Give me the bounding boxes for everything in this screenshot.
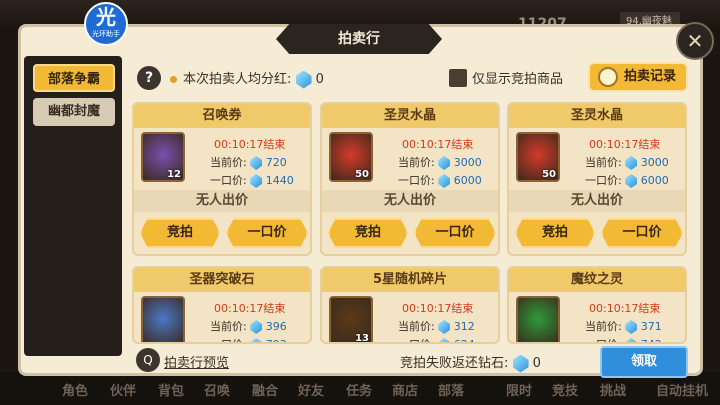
brand-logo: 光 光环助手 — [84, 2, 128, 46]
current-price: 当前价: 371 — [585, 320, 662, 334]
no-bid-label: 无人出价 — [134, 190, 310, 212]
item-name: 圣灵水晶 — [322, 104, 498, 128]
search-icon[interactable]: Q — [136, 348, 160, 372]
countdown: 00:10:17结束 — [589, 138, 661, 151]
diamond-icon — [438, 174, 451, 188]
current-price: 当前价: 3000 — [585, 156, 669, 170]
diamond-icon — [512, 354, 529, 373]
diamond-icon — [250, 338, 263, 342]
bullet-icon — [170, 76, 177, 83]
diamond-icon — [625, 156, 638, 170]
preview-link[interactable]: 拍卖行预览 — [164, 352, 229, 371]
filter-label: 仅显示竞拍商品 — [472, 72, 564, 87]
auction-record-button[interactable]: 拍卖记录 — [588, 62, 688, 92]
countdown: 00:10:17结束 — [214, 302, 286, 315]
auction-card: 圣灵水晶 50 00:10:17结束 当前价: 3000 一口价: 6000 无人… — [320, 102, 500, 256]
collect-button[interactable]: 领取 — [600, 346, 688, 378]
auction-card: 圣灵水晶 50 00:10:17结束 当前价: 3000 一口价: 6000 无人… — [507, 102, 687, 256]
blue-stone-icon[interactable] — [141, 296, 185, 342]
item-name: 圣灵水晶 — [509, 104, 685, 128]
buyout-price: 一口价: 6000 — [585, 174, 669, 188]
item-name: 魔纹之灵 — [509, 268, 685, 292]
filter-checkbox[interactable] — [449, 69, 467, 87]
green-spirit-icon[interactable] — [516, 296, 560, 342]
dividend-info: 本次拍卖人均分红: 0 — [170, 68, 324, 89]
diamond-icon — [438, 338, 451, 342]
item-name: 5星随机碎片 — [322, 268, 498, 292]
nav-item[interactable]: 部落 — [438, 380, 464, 399]
item-name: 召唤券 — [134, 104, 310, 128]
current-price: 当前价: 3000 — [398, 156, 482, 170]
buyout-price: 一口价: 1440 — [210, 174, 294, 188]
return-diamonds: 竞拍失败返还钻石: 0 — [400, 354, 541, 373]
no-bid-label: 无人出价 — [509, 190, 685, 212]
tools-icon[interactable]: ✕ — [676, 22, 714, 60]
fragment-icon[interactable]: 13 — [329, 296, 373, 342]
buyout-price: 一口价: 742 — [585, 336, 662, 342]
diamond-icon — [625, 174, 638, 188]
countdown: 00:10:17结束 — [589, 302, 661, 315]
diamond-icon — [295, 70, 312, 89]
diamond-icon — [250, 320, 263, 334]
scroll-icon[interactable]: 12 — [141, 132, 185, 182]
nav-item[interactable]: 召唤 — [204, 380, 230, 399]
diamond-icon — [250, 156, 263, 170]
auction-card: 魔纹之灵 00:10:17结束 当前价: 371 一口价: 742 — [507, 266, 687, 344]
item-name: 圣器突破石 — [134, 268, 310, 292]
buyout-price: 一口价: 624 — [398, 336, 475, 342]
buyout-button[interactable]: 一口价 — [601, 218, 683, 248]
diamond-icon — [250, 174, 263, 188]
bid-button[interactable]: 竞拍 — [328, 218, 408, 248]
bid-button[interactable]: 竞拍 — [140, 218, 220, 248]
nav-item[interactable]: 融合 — [252, 380, 278, 399]
sidebar-item-dungeon[interactable]: 幽都封魔 — [33, 98, 115, 126]
nav-item[interactable]: 好友 — [298, 380, 324, 399]
buyout-button[interactable]: 一口价 — [414, 218, 496, 248]
diamond-icon — [438, 156, 451, 170]
clock-icon — [598, 67, 618, 87]
auction-card: 圣器突破石 00:10:17结束 当前价: 396 一口价: 793 — [132, 266, 312, 344]
countdown: 00:10:17结束 — [402, 138, 474, 151]
auction-card: 召唤券 12 00:10:17结束 当前价: 720 一口价: 1440 无人出价… — [132, 102, 312, 256]
no-bid-label: 无人出价 — [322, 190, 498, 212]
nav-item[interactable]: 限时 — [506, 380, 532, 399]
countdown: 00:10:17结束 — [402, 302, 474, 315]
buyout-price: 一口价: 6000 — [398, 174, 482, 188]
nav-item[interactable]: 任务 — [346, 380, 372, 399]
current-price: 当前价: 312 — [398, 320, 475, 334]
current-price: 当前价: 720 — [210, 156, 287, 170]
nav-item[interactable]: 挑战 — [600, 380, 626, 399]
auction-card: 5星随机碎片 13 00:10:17结束 当前价: 312 一口价: 624 — [320, 266, 500, 344]
help-icon[interactable]: ? — [137, 66, 161, 90]
diamond-icon — [438, 320, 451, 334]
nav-item[interactable]: 竞技 — [552, 380, 578, 399]
countdown: 00:10:17结束 — [214, 138, 286, 151]
nav-item[interactable]: 背包 — [158, 380, 184, 399]
bid-button[interactable]: 竞拍 — [515, 218, 595, 248]
red-crystal-icon[interactable]: 50 — [516, 132, 560, 182]
red-crystal-icon[interactable]: 50 — [329, 132, 373, 182]
buyout-button[interactable]: 一口价 — [226, 218, 308, 248]
nav-item[interactable]: 商店 — [392, 380, 418, 399]
diamond-icon — [625, 338, 638, 342]
current-price: 当前价: 396 — [210, 320, 287, 334]
buyout-price: 一口价: 793 — [210, 336, 287, 342]
diamond-icon — [625, 320, 638, 334]
nav-item[interactable]: 自动挂机 — [656, 380, 708, 399]
sidebar-item-tribe-war[interactable]: 部落争霸 — [33, 64, 115, 92]
nav-item[interactable]: 伙伴 — [110, 380, 136, 399]
nav-item[interactable]: 角色 — [62, 380, 88, 399]
modal-title: 拍卖行 — [276, 24, 442, 54]
